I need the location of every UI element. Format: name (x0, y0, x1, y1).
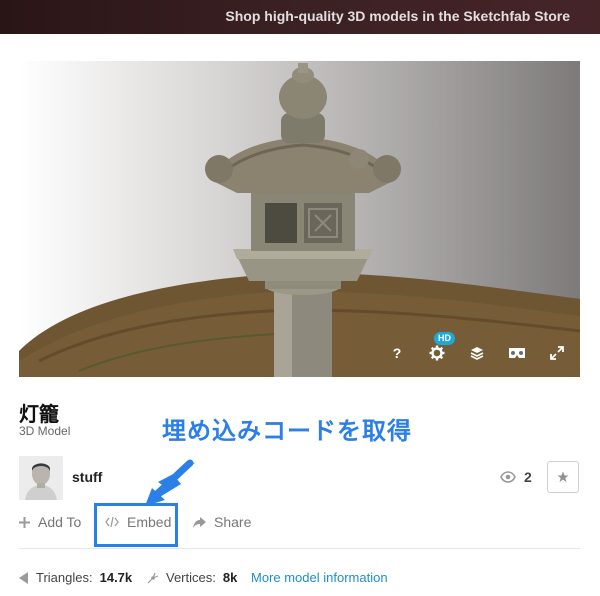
more-model-info-link[interactable]: More model information (251, 570, 388, 585)
help-icon[interactable]: ? (388, 344, 406, 362)
vertices-label: Vertices: (166, 570, 216, 585)
model-title: 灯籠 (19, 404, 59, 426)
plus-icon (19, 516, 30, 528)
top-promo-bar: Shop high-quality 3D models in the Sketc… (0, 0, 600, 34)
eye-icon (500, 471, 516, 483)
embed-annotation-text: 埋め込みコードを取得 (162, 418, 412, 445)
like-button[interactable] (547, 461, 579, 493)
add-to-label: Add To (38, 514, 82, 530)
vertex-icon (147, 572, 159, 583)
share-label: Share (214, 514, 252, 530)
share-icon (193, 516, 206, 528)
triangles-label: Triangles: (36, 570, 93, 585)
view-count-value: 2 (524, 469, 532, 485)
avatar-image (19, 456, 63, 500)
gear-icon (429, 345, 445, 361)
triangles-stat: Triangles: 14.7k (19, 570, 132, 585)
vr-goggles-glyph (509, 348, 525, 358)
store-promo-link[interactable]: Shop high-quality 3D models in the Sketc… (225, 8, 570, 24)
model-viewer[interactable]: ? HD (19, 61, 580, 377)
share-button[interactable]: Share (193, 514, 251, 530)
fullscreen-icon[interactable] (548, 344, 566, 362)
expand-glyph (550, 346, 564, 360)
viewer-controls: ? HD (388, 332, 566, 363)
settings-icon[interactable]: HD (428, 332, 455, 362)
vertices-value: 8k (222, 570, 238, 585)
model-type-label: 3D Model (19, 424, 71, 438)
layers-icon[interactable] (468, 344, 486, 362)
vertices-stat: Vertices: 8k (147, 570, 237, 585)
star-icon (557, 471, 569, 482)
embed-highlight-box (94, 503, 178, 547)
hd-badge: HD (434, 332, 455, 345)
avatar[interactable] (19, 456, 63, 500)
triangle-icon (19, 571, 28, 584)
view-count: 2 (500, 469, 532, 485)
layers-glyph (470, 347, 484, 360)
triangles-value: 14.7k (99, 570, 133, 585)
vr-icon[interactable] (508, 344, 526, 362)
author-name[interactable]: stuff (72, 469, 102, 485)
section-divider (19, 548, 580, 549)
add-to-button[interactable]: Add To (19, 514, 81, 530)
stone-lantern-render (19, 63, 580, 377)
